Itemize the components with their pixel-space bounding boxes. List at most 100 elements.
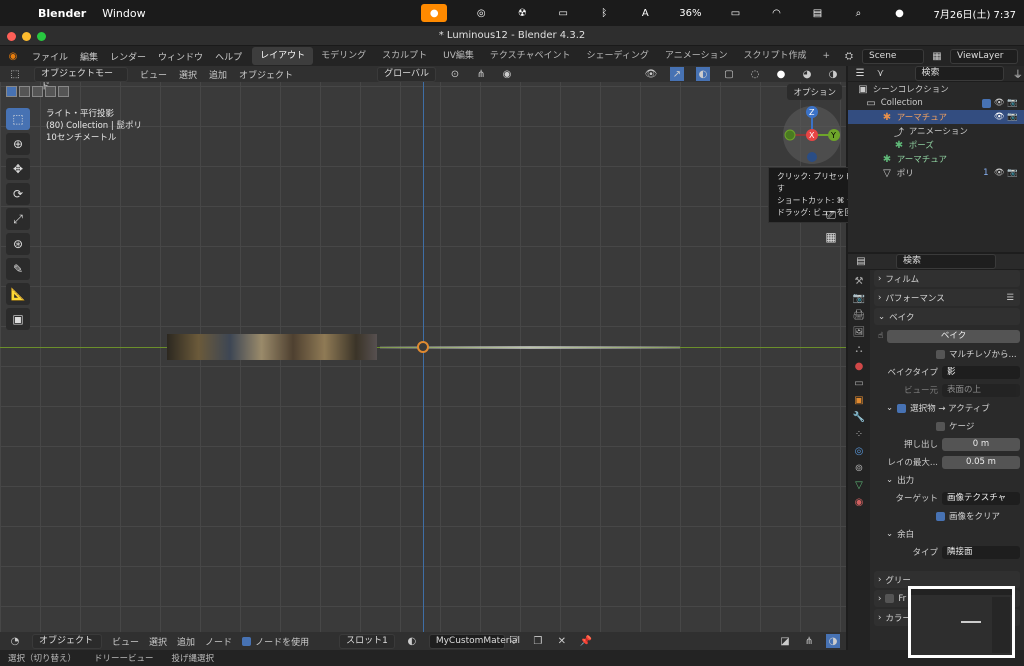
shield-icon[interactable]: ⛉: [507, 634, 521, 648]
tab-scripting[interactable]: スクリプト作成: [736, 47, 815, 65]
transform-icon[interactable]: ⊛: [6, 233, 30, 255]
menu-add[interactable]: 追加: [209, 68, 227, 81]
blender-logo-icon[interactable]: ◉: [6, 49, 20, 63]
menu-window[interactable]: ウィンドウ: [158, 50, 203, 63]
microphone-icon[interactable]: ●: [421, 4, 448, 22]
annotate-icon[interactable]: ✎: [6, 258, 30, 280]
mesh-object[interactable]: [167, 334, 377, 360]
tab-texture-paint[interactable]: テクスチャペイント: [482, 47, 579, 65]
select-box-icon[interactable]: ⬚: [6, 108, 30, 130]
overlay-icon[interactable]: ◐: [696, 67, 710, 81]
apple-icon[interactable]: [10, 6, 24, 20]
margin-subpanel[interactable]: ⌄ 余白: [874, 525, 1020, 543]
cage-checkbox[interactable]: [936, 421, 945, 431]
bake-button[interactable]: ベイク: [887, 329, 1020, 343]
shading-wire-icon[interactable]: ◌: [748, 67, 762, 81]
cursor-icon[interactable]: ⊕: [6, 133, 30, 155]
scene-field[interactable]: Scene: [862, 48, 924, 64]
3d-viewport[interactable]: ⬚ オブジェクトモード ビュー 選択 追加 オブジェクト グローバル ⊙ ⋔ ◉…: [0, 66, 930, 632]
bake-panel[interactable]: ⌄ ベイク: [874, 308, 1020, 325]
add-workspace-button[interactable]: +: [815, 47, 839, 65]
orientation-select[interactable]: グローバル: [377, 66, 436, 82]
menu-help[interactable]: ヘルプ: [215, 50, 242, 63]
wifi-icon[interactable]: ◠: [769, 6, 783, 20]
menu-select[interactable]: 選択: [179, 68, 197, 81]
battery-icon[interactable]: ▭: [728, 6, 742, 20]
editor-type-icon[interactable]: ⬚: [8, 67, 22, 81]
menu-view[interactable]: ビュー: [140, 68, 167, 81]
tab-modeling[interactable]: モデリング: [313, 47, 374, 65]
add-cube-icon[interactable]: ▣: [6, 308, 30, 330]
minimize-icon[interactable]: [22, 32, 31, 41]
menu-edit[interactable]: 編集: [80, 50, 98, 63]
filter-funnel-icon[interactable]: ⏚: [1012, 67, 1024, 81]
data-tab-icon[interactable]: ▽: [855, 480, 863, 491]
tab-uv[interactable]: UV編集: [435, 47, 482, 65]
editor-type-icon[interactable]: ▤: [854, 255, 868, 269]
menu-select[interactable]: 選択: [149, 635, 167, 648]
view-layer-tab-icon[interactable]: 🖼: [853, 327, 866, 338]
tab-animation[interactable]: アニメーション: [657, 47, 736, 65]
object-tab-icon[interactable]: ▣: [854, 395, 863, 406]
duplicate-icon[interactable]: ❐: [531, 634, 545, 648]
shading-icon[interactable]: ◑: [826, 634, 840, 648]
menu-file[interactable]: ファイル: [32, 50, 68, 63]
select-new-icon[interactable]: [6, 85, 17, 97]
selected-active-row[interactable]: ⌄ 選択物 → アクティブ: [874, 399, 1020, 417]
tab-sculpt[interactable]: スカルプト: [374, 47, 435, 65]
tab-layout[interactable]: レイアウト: [252, 47, 314, 65]
navigation-gizmo[interactable]: X Y Z: [783, 106, 841, 164]
chat-icon[interactable]: ▭: [556, 6, 570, 20]
app-menu[interactable]: Blender: [38, 7, 86, 20]
render-tab-icon[interactable]: 📷: [853, 293, 865, 304]
camera-icon[interactable]: 📷: [1007, 112, 1018, 122]
shading-material-icon[interactable]: ◕: [800, 67, 814, 81]
outliner-row[interactable]: ▭ Collection 👁 📷: [848, 96, 1024, 110]
select-extend-icon[interactable]: [19, 85, 30, 97]
search-icon[interactable]: ⌕: [851, 6, 865, 20]
outliner-row[interactable]: ✱ アーマチュア: [848, 152, 1024, 166]
performance-panel[interactable]: › パフォーマンス ☰: [874, 289, 1020, 306]
outliner-row[interactable]: ✱ ポーズ: [848, 138, 1024, 152]
tool-tab-icon[interactable]: ⚒: [855, 276, 864, 287]
menu-render[interactable]: レンダー: [110, 50, 146, 63]
editor-type-icon[interactable]: ☰: [854, 67, 866, 81]
rotate-icon[interactable]: ⟳: [6, 183, 30, 205]
tab-shading[interactable]: シェーディング: [579, 47, 657, 65]
proportional-edit-icon[interactable]: ◉: [500, 67, 514, 81]
eye-icon[interactable]: 👁: [994, 112, 1005, 122]
outliner-row[interactable]: ✱ アーマチュア 👁 📷: [848, 110, 1024, 124]
window-menu[interactable]: Window: [102, 7, 145, 20]
keyboard-icon[interactable]: A: [638, 6, 652, 20]
overlay-icon[interactable]: ◪: [778, 634, 792, 648]
scale-icon[interactable]: ⤢: [6, 208, 30, 230]
camera-icon[interactable]: 📷: [1007, 168, 1018, 178]
camera-icon[interactable]: 📷: [1007, 98, 1018, 108]
material-tab-icon[interactable]: ◉: [855, 497, 864, 508]
measure-icon[interactable]: 📐: [6, 283, 30, 305]
view-from-select[interactable]: 表面の上: [942, 383, 1020, 397]
outliner-row[interactable]: ▣ シーンコレクション: [848, 82, 1024, 96]
outliner-search[interactable]: 検索: [914, 66, 1004, 81]
menu-add[interactable]: 追加: [177, 635, 195, 648]
material-field[interactable]: MyCustomMaterial: [428, 633, 520, 649]
close-icon[interactable]: [7, 32, 16, 41]
snap-icon[interactable]: ⋔: [474, 67, 488, 81]
perspective-toggle-icon[interactable]: ▦: [822, 228, 840, 246]
clear-image-checkbox[interactable]: [936, 511, 945, 521]
output-tab-icon[interactable]: 🖨: [853, 310, 866, 321]
move-icon[interactable]: ✥: [6, 158, 30, 180]
output-subpanel[interactable]: ⌄ 出力: [874, 471, 1020, 489]
options-dropdown[interactable]: オプション: [787, 84, 842, 100]
select-invert-icon[interactable]: [45, 85, 56, 97]
freestyle-checkbox[interactable]: [885, 594, 895, 603]
control-center-icon[interactable]: ▤: [810, 6, 824, 20]
margin-type-select[interactable]: 隣接面: [942, 545, 1020, 559]
outliner-row[interactable]: ⤴ アニメーション: [848, 124, 1024, 139]
pivot-icon[interactable]: ⊙: [448, 67, 462, 81]
object-mode-select[interactable]: オブジェクト: [32, 633, 102, 649]
material-icon[interactable]: ◐: [405, 634, 419, 648]
outliner-row[interactable]: ▽ ポリ 1 👁 📷: [848, 166, 1024, 180]
include-checkbox[interactable]: [982, 98, 992, 108]
select-subtract-icon[interactable]: [32, 85, 43, 97]
